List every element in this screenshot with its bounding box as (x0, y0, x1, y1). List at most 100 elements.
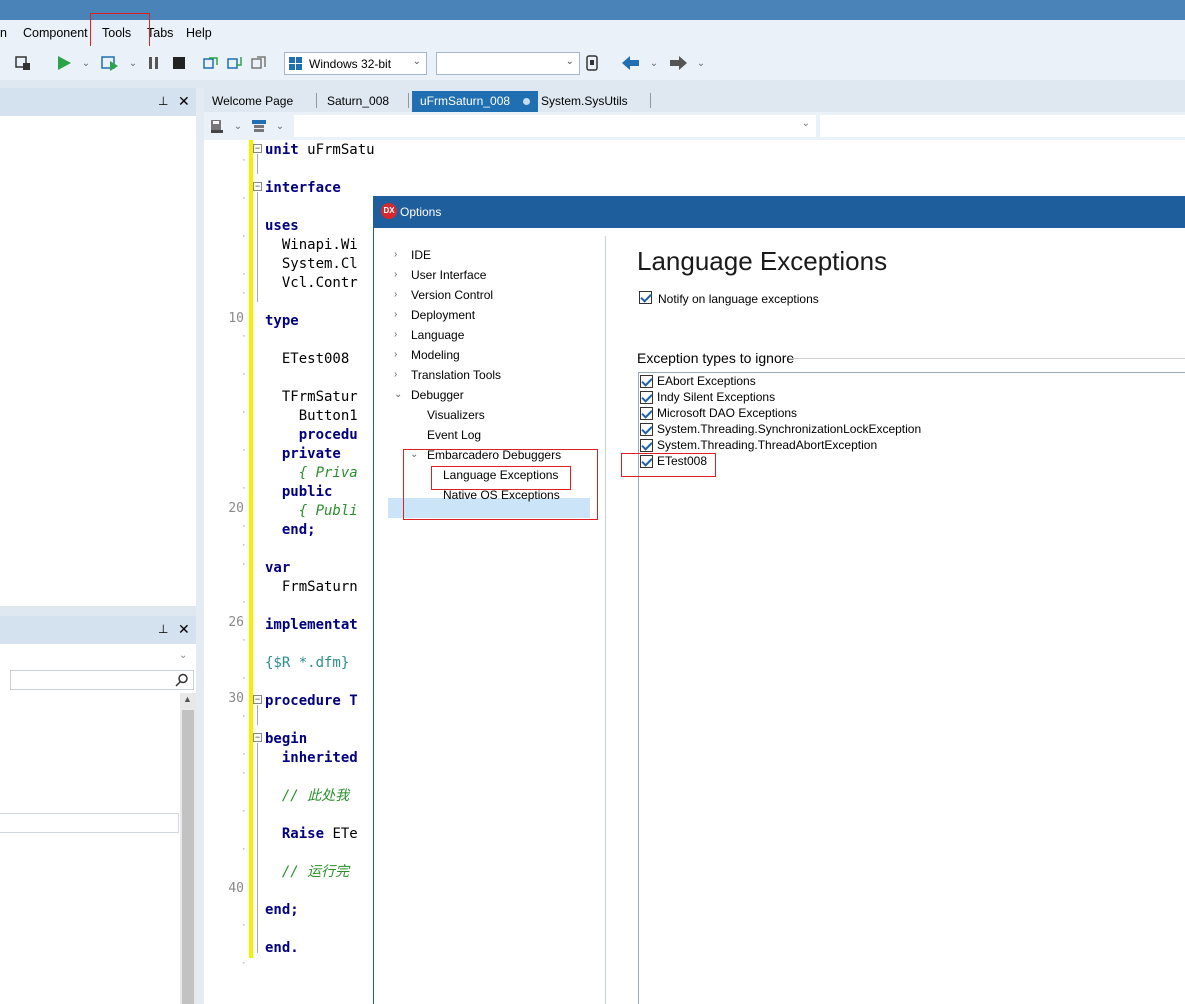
close-icon[interactable]: ✕ (178, 93, 190, 110)
exception-checkbox[interactable] (640, 375, 653, 388)
exception-label[interactable]: Microsoft DAO Exceptions (657, 406, 797, 420)
gutter-dot: · (242, 843, 246, 855)
platform-select[interactable]: Windows 32-bit ⌄ (284, 52, 427, 75)
windows-icon (289, 56, 302, 70)
gutter-dot: · (242, 748, 246, 760)
chevron-right-icon[interactable]: › (394, 309, 397, 320)
tab-ufrmsaturn-008[interactable]: uFrmSaturn_008 (412, 91, 538, 112)
tab-welcome-page[interactable]: Welcome Page (212, 91, 293, 112)
notify-checkbox[interactable] (639, 291, 652, 304)
open-project-icon[interactable] (14, 54, 32, 72)
fold-guide-line (257, 743, 258, 953)
structure-icon[interactable] (250, 117, 268, 135)
gutter-dot: · (242, 192, 246, 204)
chevron-right-icon[interactable]: › (394, 269, 397, 280)
tree-item[interactable]: Deployment (411, 308, 475, 322)
left-upper-panel-header: ⊥ ✕ (0, 88, 196, 116)
code-book-icon[interactable] (208, 117, 226, 135)
run-to-cursor-icon[interactable] (251, 54, 269, 72)
tree-item[interactable]: IDE (411, 248, 431, 262)
fold-toggle-icon[interactable]: − (253, 144, 262, 153)
tab-separator (650, 93, 651, 108)
back-dropdown-chevron-icon[interactable]: ⌄ (648, 56, 660, 70)
scroll-up-icon[interactable]: ▲ (183, 694, 192, 704)
line-number: 40 (228, 881, 244, 896)
fold-toggle-icon[interactable]: − (253, 695, 262, 704)
fold-toggle-icon[interactable]: − (253, 733, 262, 742)
chevron-down-icon[interactable]: ⌄ (232, 119, 244, 133)
stop-icon[interactable] (171, 54, 187, 72)
tree-item[interactable]: Modeling (411, 348, 460, 362)
pin-icon[interactable]: ⊥ (158, 94, 168, 108)
code-editor[interactable]: unit uFrmSaturn_008; interface uses Winapi… (204, 140, 374, 1004)
menu-item-tabs[interactable]: Tabs (147, 26, 173, 40)
run-dropdown-chevron-icon[interactable]: ⌄ (80, 56, 92, 70)
exception-checkbox[interactable] (640, 439, 653, 452)
exception-label[interactable]: EAbort Exceptions (657, 374, 756, 388)
filter-input[interactable] (0, 813, 179, 833)
run-icon[interactable] (55, 54, 73, 72)
configuration-select[interactable]: ⌄ (436, 52, 580, 75)
exception-label[interactable]: Indy Silent Exceptions (657, 390, 775, 404)
options-dialog: DX Options › IDE › User Interface › Version C… (373, 196, 1185, 1004)
code-line: // 此处我 (265, 788, 350, 804)
chevron-right-icon[interactable]: › (394, 289, 397, 300)
exception-checkbox[interactable] (640, 407, 653, 420)
device-icon[interactable] (584, 54, 600, 72)
panel-separator (196, 88, 204, 1004)
chevron-right-icon[interactable]: › (394, 369, 397, 380)
step-over-icon[interactable] (203, 54, 221, 72)
dialog-title-bar: DX Options (374, 196, 1185, 228)
left-upper-panel (0, 116, 196, 606)
menu-item-partial[interactable]: n (0, 26, 7, 40)
chevron-right-icon[interactable]: › (394, 249, 397, 260)
group-divider (789, 358, 1185, 359)
tree-item[interactable]: Translation Tools (411, 368, 501, 382)
fold-guide-line (257, 154, 258, 174)
gutter-dot: · (242, 805, 246, 817)
search-icon[interactable] (175, 673, 189, 687)
navigate-back-icon[interactable] (622, 54, 640, 72)
line-number: 20 (228, 501, 244, 516)
exception-checkbox[interactable] (640, 391, 653, 404)
chevron-down-icon[interactable]: ⌄ (274, 119, 286, 133)
tree-item[interactable]: Event Log (427, 428, 481, 442)
page-title: Language Exceptions (637, 246, 888, 276)
tree-item[interactable]: Version Control (411, 288, 493, 302)
chevron-down-icon[interactable]: ⌄ (179, 650, 187, 661)
close-icon[interactable]: ✕ (178, 621, 190, 638)
tab-saturn-008[interactable]: Saturn_008 (327, 91, 389, 112)
forward-dropdown-chevron-icon[interactable]: ⌄ (695, 56, 707, 70)
method-select[interactable] (820, 115, 1185, 137)
gutter-dot: · (242, 330, 246, 342)
chevron-down-icon[interactable]: ⌄ (394, 389, 402, 400)
scrollbar-thumb[interactable] (182, 710, 194, 1004)
tree-item[interactable]: User Interface (411, 268, 486, 282)
trace-into-icon[interactable] (227, 54, 245, 72)
menu-item-help[interactable]: Help (186, 26, 212, 40)
class-select[interactable]: ⌄ (294, 115, 816, 137)
code-line: FrmSaturn (265, 579, 358, 595)
line-number: 26 (228, 615, 244, 630)
tree-item[interactable]: Visualizers (427, 408, 485, 422)
exception-checkbox[interactable] (640, 423, 653, 436)
chevron-right-icon[interactable]: › (394, 329, 397, 340)
panel-splitter[interactable] (0, 606, 196, 616)
exception-label[interactable]: System.Threading.SynchronizationLockExce… (657, 422, 921, 436)
run-without-debug-icon[interactable] (101, 54, 119, 72)
chevron-right-icon[interactable]: › (394, 349, 397, 360)
navigate-forward-icon[interactable] (670, 54, 688, 72)
menu-item-component[interactable]: Component (23, 26, 88, 40)
exception-label[interactable]: System.Threading.ThreadAbortException (657, 438, 877, 452)
tree-item[interactable]: Debugger (411, 388, 464, 402)
run-options-chevron-icon[interactable]: ⌄ (127, 56, 139, 70)
fold-toggle-icon[interactable]: − (253, 182, 262, 191)
tab-system-sysutils[interactable]: System.SysUtils (541, 91, 628, 112)
search-input[interactable] (10, 670, 194, 690)
gutter-dot: · (242, 596, 246, 608)
notify-label[interactable]: Notify on language exceptions (658, 292, 819, 306)
tree-item[interactable]: Language (411, 328, 464, 342)
pause-icon[interactable] (146, 54, 162, 72)
code-line: ETest008 (265, 351, 358, 367)
pin-icon[interactable]: ⊥ (158, 622, 168, 636)
